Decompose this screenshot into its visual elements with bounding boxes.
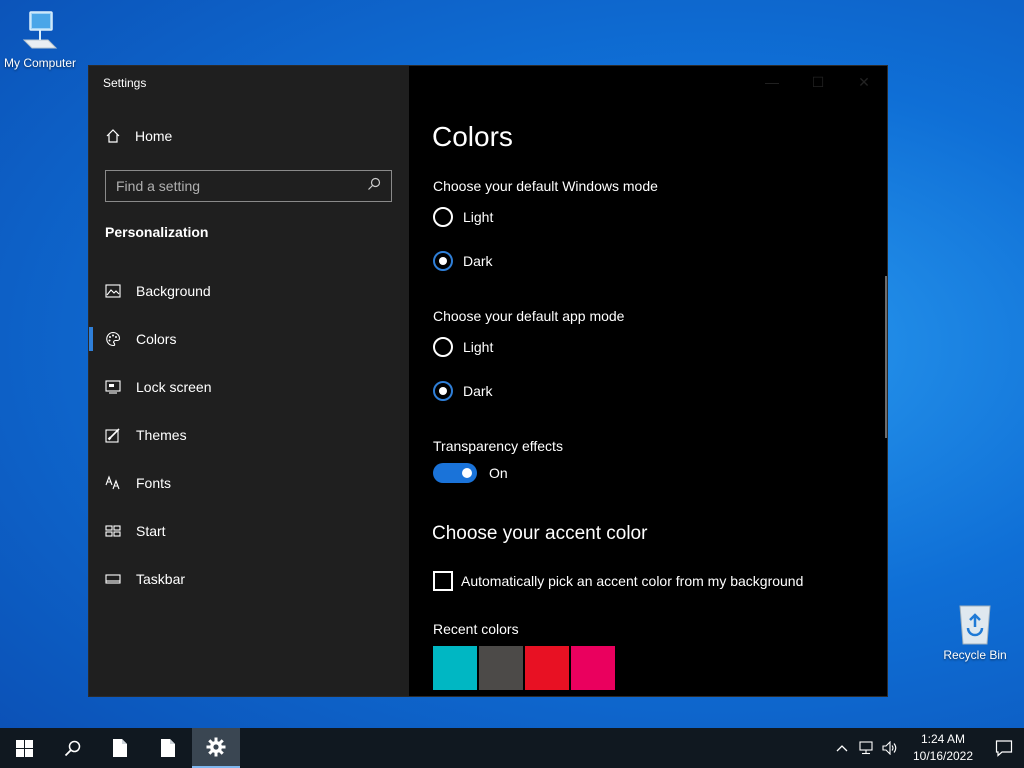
sidebar-item-label: Start — [136, 523, 166, 539]
recycle-bin-icon — [953, 602, 997, 646]
recent-colors-swatches — [433, 646, 615, 690]
sidebar-item-label: Colors — [136, 331, 177, 347]
app-mode-dark-radio[interactable]: Dark — [433, 381, 493, 401]
document-icon — [161, 739, 175, 757]
notification-center-icon[interactable] — [984, 728, 1024, 768]
radio-label: Dark — [463, 253, 493, 269]
radio-circle[interactable] — [433, 381, 453, 401]
section-heading: Personalization — [105, 224, 209, 240]
search-input[interactable] — [116, 178, 367, 194]
radio-circle[interactable] — [433, 207, 453, 227]
clock-time: 1:24 AM — [920, 732, 966, 746]
settings-window: Settings Home Personalization Background — [88, 65, 888, 697]
radio-label: Dark — [463, 383, 493, 399]
palette-icon — [105, 331, 121, 347]
sidebar-item-label: Background — [136, 283, 211, 299]
lock-screen-icon — [105, 379, 121, 395]
clock-date: 10/16/2022 — [912, 749, 974, 763]
color-swatch[interactable] — [525, 646, 569, 690]
scrollbar-thumb[interactable] — [885, 276, 887, 438]
transparency-label: Transparency effects — [433, 438, 563, 454]
color-swatch[interactable] — [571, 646, 615, 690]
home-label: Home — [135, 128, 173, 144]
taskbar-settings[interactable] — [192, 728, 240, 768]
window-title: Settings — [103, 76, 147, 90]
my-computer-label: My Computer — [3, 56, 77, 70]
sidebar-item-label: Lock screen — [136, 379, 212, 395]
search-icon — [64, 740, 80, 756]
sidebar-item-background[interactable]: Background — [89, 267, 409, 315]
sidebar-item-start[interactable]: Start — [89, 507, 409, 555]
document-icon — [113, 739, 127, 757]
radio-label: Light — [463, 209, 494, 225]
taskbar-document-1[interactable] — [96, 728, 144, 768]
page-title: Colors — [432, 121, 513, 152]
app-mode-label: Choose your default app mode — [433, 308, 625, 324]
accent-color-heading: Choose your accent color — [432, 523, 648, 544]
clock[interactable]: 1:24 AM 10/16/2022 — [908, 731, 978, 765]
auto-accent-checkbox[interactable]: Automatically pick an accent color from … — [433, 571, 803, 591]
search-box[interactable] — [105, 170, 392, 202]
fonts-icon — [105, 475, 121, 491]
transparency-toggle[interactable]: On — [433, 463, 508, 483]
search-icon[interactable] — [367, 177, 381, 196]
windows-logo-icon — [15, 739, 33, 757]
windows-mode-light-radio[interactable]: Light — [433, 207, 493, 227]
picture-icon — [105, 283, 121, 299]
sidebar-item-label: Fonts — [136, 475, 172, 491]
sidebar-item-label: Taskbar — [136, 571, 186, 587]
taskbar: 1:24 AM 10/16/2022 — [0, 728, 1024, 768]
computer-icon — [18, 10, 62, 54]
settings-sidebar: Settings Home Personalization Background — [89, 66, 409, 696]
sidebar-item-fonts[interactable]: Fonts — [89, 459, 409, 507]
windows-mode-label: Choose your default Windows mode — [433, 178, 658, 194]
sidebar-item-label: Themes — [136, 427, 187, 443]
sidebar-item-taskbar[interactable]: Taskbar — [89, 555, 409, 603]
sidebar-item-colors[interactable]: Colors — [89, 315, 409, 363]
taskbar-icon — [105, 571, 121, 587]
radio-circle[interactable] — [433, 337, 453, 357]
home-icon — [105, 128, 121, 144]
system-tray: 1:24 AM 10/16/2022 — [830, 728, 1024, 768]
radio-circle[interactable] — [433, 251, 453, 271]
recent-colors-label: Recent colors — [433, 621, 519, 637]
recycle-bin-label: Recycle Bin — [943, 648, 1007, 662]
themes-brush-icon — [105, 427, 121, 443]
radio-label: Light — [463, 339, 494, 355]
windows-mode-dark-radio[interactable]: Dark — [433, 251, 493, 271]
search-button[interactable] — [48, 728, 96, 768]
personalization-nav: Background Colors Lock screen Themes Fon… — [89, 267, 409, 603]
chevron-up-icon[interactable] — [830, 728, 854, 768]
start-grid-icon — [105, 523, 121, 539]
color-swatch[interactable] — [479, 646, 523, 690]
app-mode-light-radio[interactable]: Light — [433, 337, 493, 357]
checkbox-box[interactable] — [433, 571, 453, 591]
volume-icon[interactable] — [878, 728, 902, 768]
recycle-bin-shortcut[interactable]: Recycle Bin — [935, 602, 1015, 662]
taskbar-document-2[interactable] — [144, 728, 192, 768]
toggle-state-label: On — [489, 465, 508, 481]
gear-icon — [206, 737, 226, 757]
toggle-switch[interactable] — [433, 463, 477, 483]
color-swatch[interactable] — [433, 646, 477, 690]
sidebar-item-lock-screen[interactable]: Lock screen — [89, 363, 409, 411]
colors-page: Colors Choose your default Windows mode … — [409, 66, 887, 696]
network-icon[interactable] — [854, 728, 878, 768]
my-computer-shortcut[interactable]: My Computer — [0, 10, 80, 70]
checkbox-label: Automatically pick an accent color from … — [461, 573, 804, 589]
sidebar-item-themes[interactable]: Themes — [89, 411, 409, 459]
home-nav-item[interactable]: Home — [105, 128, 172, 144]
start-button[interactable] — [0, 728, 48, 768]
